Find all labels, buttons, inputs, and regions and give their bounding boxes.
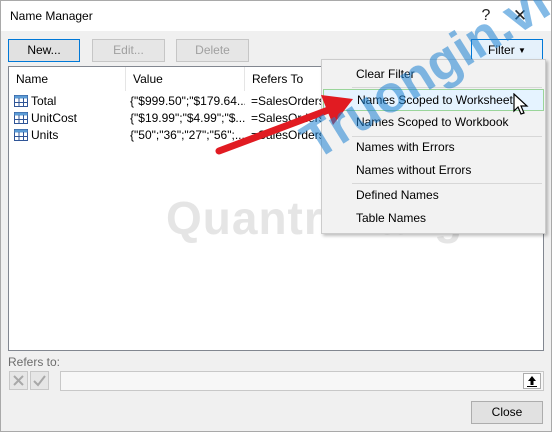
table-icon <box>14 112 28 124</box>
menu-item-table-names[interactable]: Table Names <box>323 207 544 229</box>
menu-item-defined-names[interactable]: Defined Names <box>323 184 544 206</box>
refers-to-input[interactable] <box>60 371 544 391</box>
collapse-arrow-icon <box>527 376 537 387</box>
row-name: UnitCost <box>31 111 78 125</box>
name-manager-dialog: Name Manager ? ✕ New... Edit... Delete F… <box>0 0 552 432</box>
mouse-cursor-icon <box>513 93 529 115</box>
column-header-name[interactable]: Name <box>9 67 126 91</box>
dialog-title: Name Manager <box>10 9 93 23</box>
row-name: Units <box>31 128 59 142</box>
row-name: Total <box>31 94 57 108</box>
delete-button-label: Delete <box>195 43 230 57</box>
refers-to-label: Refers to: <box>8 355 61 369</box>
new-button-label: New... <box>27 43 61 57</box>
delete-button[interactable]: Delete <box>176 39 249 62</box>
column-header-value[interactable]: Value <box>126 67 245 91</box>
check-icon <box>33 375 46 387</box>
x-icon <box>13 375 24 386</box>
menu-item-names-without-errors[interactable]: Names without Errors <box>323 159 544 181</box>
close-button[interactable]: Close <box>471 401 543 424</box>
new-button[interactable]: New... <box>8 39 80 62</box>
cancel-edit-button[interactable] <box>9 371 28 390</box>
edit-button[interactable]: Edit... <box>92 39 165 62</box>
edit-button-label: Edit... <box>113 43 144 57</box>
close-button-label: Close <box>491 405 523 419</box>
table-icon <box>14 95 28 107</box>
table-icon <box>14 129 28 141</box>
collapse-dialog-button[interactable] <box>523 373 541 389</box>
confirm-edit-button[interactable] <box>30 371 49 390</box>
